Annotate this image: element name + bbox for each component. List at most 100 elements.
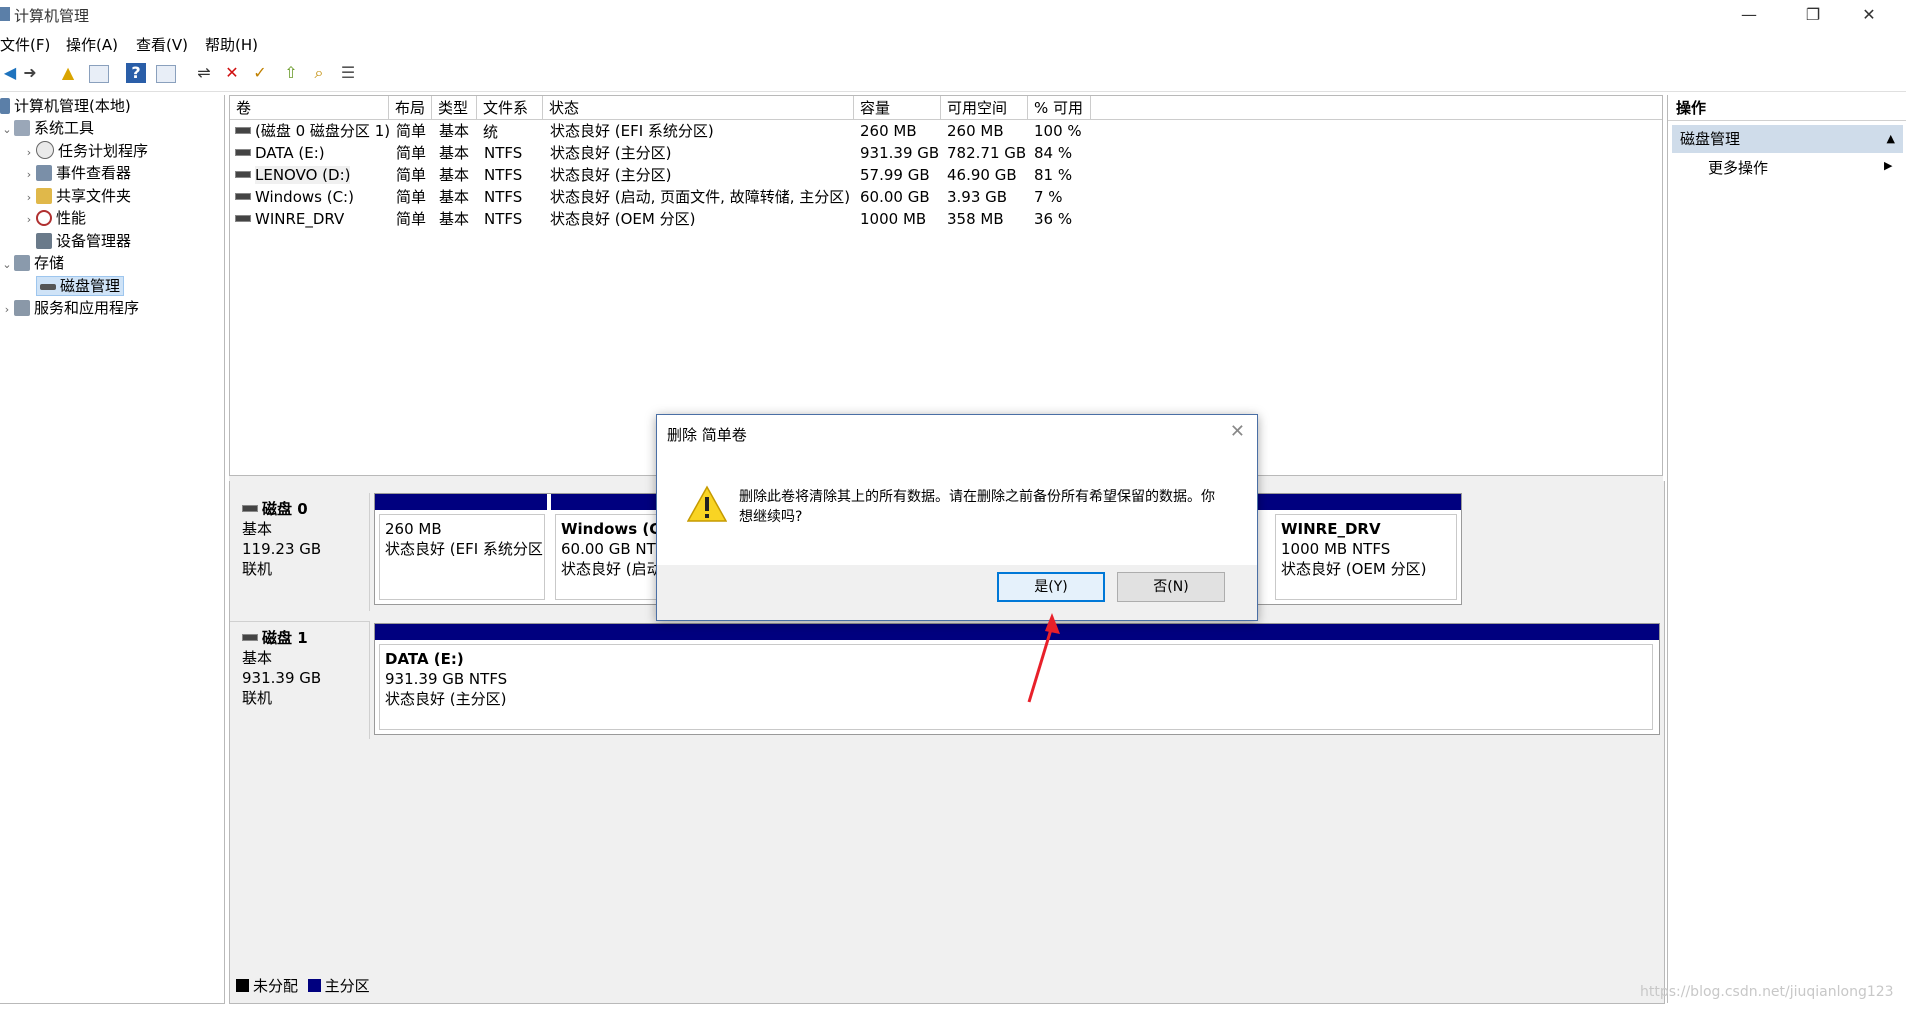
partition-status: 状态良好 (EFI 系统分区) <box>385 540 545 558</box>
disk-1-info[interactable]: 磁盘 1 基本 931.39 GB 联机 <box>230 621 370 739</box>
yes-button[interactable]: 是(Y) <box>997 572 1105 602</box>
table-row[interactable]: (磁盘 0 磁盘分区 1) <box>235 120 390 142</box>
collapse-up-icon[interactable]: ▲ <box>1887 125 1895 153</box>
dialog-close-icon[interactable]: ✕ <box>1230 421 1245 442</box>
tree-shared-folders-label: 共享文件夹 <box>56 187 132 205</box>
tree-shared-folders[interactable]: › 共享文件夹 <box>22 185 131 207</box>
forward-icon[interactable]: ➜ <box>20 63 40 83</box>
tree-root[interactable]: 计算机管理(本地) <box>0 95 131 117</box>
volume-icon <box>235 193 251 200</box>
disk-0-info[interactable]: 磁盘 0 基本 119.23 GB 联机 <box>230 493 370 611</box>
event-log-icon <box>36 165 52 181</box>
properties-icon[interactable]: ✓ <box>250 63 270 83</box>
actions-pane: 操作 磁盘管理 ▲ 更多操作 ▶ <box>1667 95 1906 1003</box>
disk-icon <box>40 284 56 290</box>
column-header-type[interactable]: 类型 <box>432 96 477 120</box>
partition-winre-drv[interactable]: WINRE_DRV 1000 MB NTFS 状态良好 (OEM 分区) <box>1275 514 1457 600</box>
window-title: 计算机管理 <box>14 7 90 25</box>
partition-size: 1000 MB NTFS <box>1281 540 1391 558</box>
tree-task-scheduler[interactable]: › 任务计划程序 <box>22 140 148 162</box>
cell-type: 基本 <box>439 210 470 228</box>
more-actions[interactable]: 更多操作 <box>1708 157 1768 178</box>
cell-status: 状态良好 (EFI 系统分区) <box>550 122 714 140</box>
actions-header: 操作 <box>1668 95 1906 121</box>
column-header-filesystem[interactable]: 文件系统 <box>477 96 543 141</box>
up-folder-icon[interactable]: ▲ <box>58 63 78 83</box>
tree-system-tools[interactable]: ⌄ 系统工具 <box>0 117 94 139</box>
column-header-status[interactable]: 状态 <box>543 96 854 120</box>
tree-storage[interactable]: ⌄ 存储 <box>0 252 64 274</box>
clock-icon <box>36 141 54 159</box>
cell-type: 基本 <box>439 188 470 206</box>
table-row[interactable]: LENOVO (D:) <box>235 164 351 186</box>
disk-1-kind: 基本 <box>242 649 273 667</box>
table-row[interactable]: Windows (C:) <box>235 186 354 208</box>
column-header-capacity[interactable]: 容量 <box>854 96 941 120</box>
cell-volume: Windows (C:) <box>255 188 354 206</box>
menu-view[interactable]: 查看(V) <box>136 34 188 55</box>
cell-percent-free: 100 % <box>1034 122 1082 140</box>
cell-free-space: 782.71 GB <box>947 144 1027 162</box>
cell-percent-free: 36 % <box>1034 210 1073 228</box>
tree-device-manager-label: 设备管理器 <box>56 232 132 250</box>
delete-icon[interactable]: ✕ <box>222 63 242 83</box>
table-row[interactable]: DATA (E:) <box>235 142 325 164</box>
volume-icon <box>235 171 251 178</box>
chevron-right-icon[interactable]: › <box>0 299 14 321</box>
partition-label: DATA (E:) <box>385 650 464 668</box>
restore-button[interactable]: ❐ <box>1790 0 1836 30</box>
partition-data-e[interactable]: DATA (E:) 931.39 GB NTFS 状态良好 (主分区) <box>379 644 1653 730</box>
chevron-down-icon[interactable]: ⌄ <box>0 254 14 276</box>
show-hide-action-pane-icon[interactable] <box>156 65 176 83</box>
chevron-right-icon[interactable]: › <box>22 142 36 164</box>
selected-item-highlight: 磁盘管理 <box>36 276 125 296</box>
disk-icon <box>242 634 258 641</box>
search-icon[interactable]: ⌕ <box>309 63 329 83</box>
disk-1-name: 磁盘 1 <box>262 629 308 647</box>
partition-efi[interactable]: 260 MB 状态良好 (EFI 系统分区) <box>379 514 545 600</box>
chevron-right-icon[interactable]: › <box>22 164 36 186</box>
import-icon[interactable]: ⇧ <box>281 63 301 83</box>
menu-action[interactable]: 操作(A) <box>66 34 118 55</box>
connect-icon[interactable]: ⇌ <box>194 63 214 83</box>
cell-filesystem: NTFS <box>484 144 523 162</box>
tree-disk-management[interactable]: 磁盘管理 <box>36 275 125 297</box>
chevron-right-icon[interactable]: › <box>22 187 36 209</box>
column-header-free-space[interactable]: 可用空间 <box>941 96 1028 120</box>
tree-event-viewer[interactable]: › 事件查看器 <box>22 162 131 184</box>
table-row[interactable]: WINRE_DRV <box>235 208 344 230</box>
cell-volume: (磁盘 0 磁盘分区 1) <box>255 122 391 140</box>
menu-file[interactable]: 文件(F) <box>0 34 50 55</box>
tree-services-apps[interactable]: › 服务和应用程序 <box>0 297 139 319</box>
disk-0-name: 磁盘 0 <box>262 500 308 518</box>
back-icon[interactable]: ◀ <box>0 63 20 83</box>
tree-services-apps-label: 服务和应用程序 <box>34 299 140 317</box>
column-header-volume[interactable]: 卷 <box>230 96 389 120</box>
tree-device-manager[interactable]: 设备管理器 <box>36 230 131 252</box>
submenu-arrow-icon[interactable]: ▶ <box>1884 159 1892 172</box>
no-button[interactable]: 否(N) <box>1117 572 1225 602</box>
tools-icon <box>14 120 30 136</box>
cell-free-space: 46.90 GB <box>947 166 1017 184</box>
close-button[interactable]: ✕ <box>1846 0 1892 30</box>
disk-1-size: 931.39 GB <box>242 669 322 687</box>
chevron-down-icon[interactable]: ⌄ <box>0 119 14 141</box>
column-header-percent-free[interactable]: % 可用 <box>1028 96 1091 120</box>
tree-disk-management-label: 磁盘管理 <box>60 277 121 295</box>
cell-layout: 简单 <box>396 144 427 162</box>
cell-type: 基本 <box>439 166 470 184</box>
list-view-icon[interactable]: ☰ <box>338 63 358 83</box>
actions-section-disk-management[interactable]: 磁盘管理 ▲ <box>1672 125 1903 153</box>
show-hide-tree-icon[interactable] <box>89 65 109 83</box>
minimize-button[interactable]: — <box>1726 0 1772 30</box>
tree-performance[interactable]: › 性能 <box>22 207 86 229</box>
shared-folder-icon <box>36 188 52 204</box>
column-header-layout[interactable]: 布局 <box>389 96 432 120</box>
tree-task-scheduler-label: 任务计划程序 <box>58 142 149 160</box>
actions-section-label: 磁盘管理 <box>1680 130 1741 148</box>
menu-help[interactable]: 帮助(H) <box>205 34 258 55</box>
cell-capacity: 60.00 GB <box>860 188 930 206</box>
help-icon[interactable]: ? <box>126 63 146 83</box>
legend-unallocated-swatch <box>236 979 249 992</box>
chevron-right-icon[interactable]: › <box>22 209 36 231</box>
